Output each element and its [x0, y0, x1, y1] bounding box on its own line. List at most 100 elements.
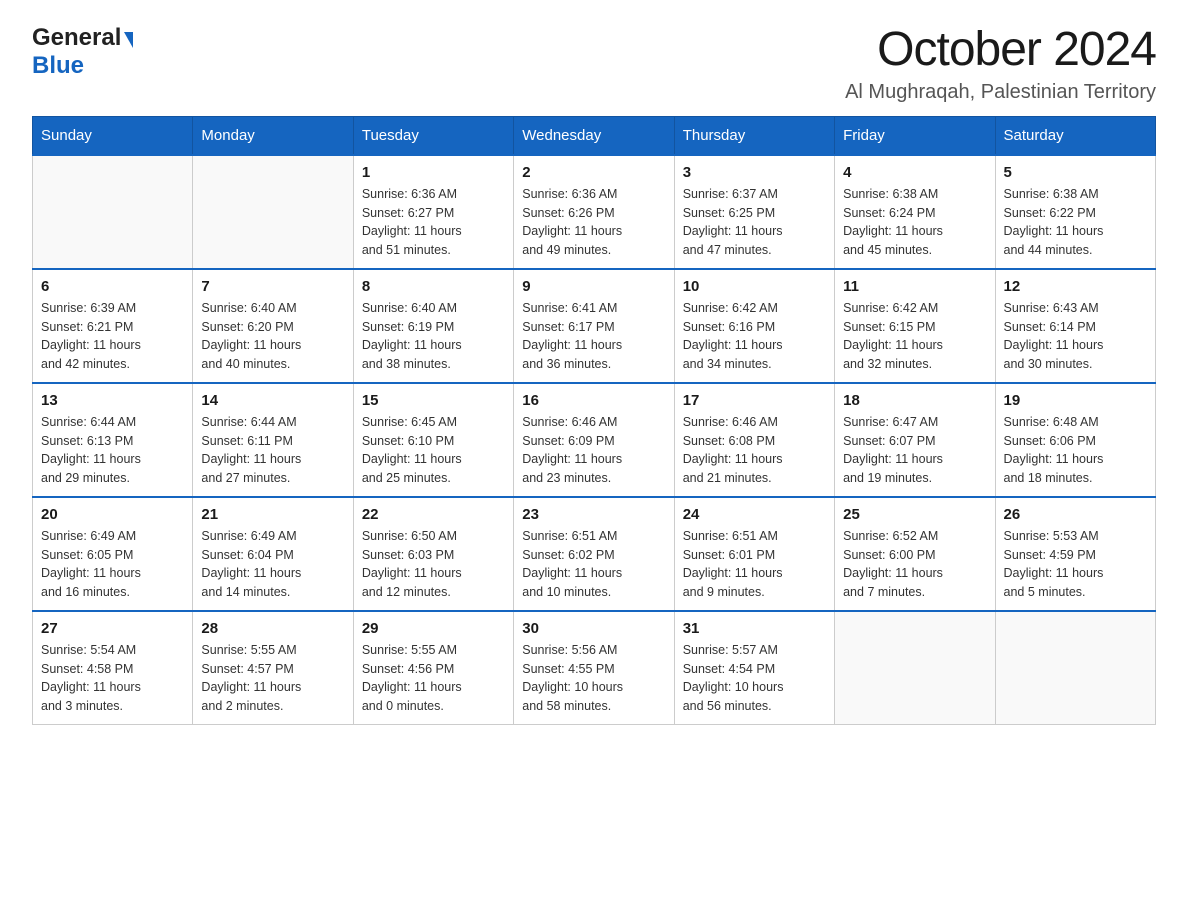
day-number: 28 — [201, 620, 344, 637]
day-info: Sunrise: 6:52 AM Sunset: 6:00 PM Dayligh… — [843, 527, 986, 602]
day-info: Sunrise: 6:43 AM Sunset: 6:14 PM Dayligh… — [1004, 299, 1147, 374]
calendar-cell: 20 Sunrise: 6:49 AM Sunset: 6:05 PM Dayli… — [33, 497, 193, 611]
day-info: Sunrise: 6:45 AM Sunset: 6:10 PM Dayligh… — [362, 413, 505, 488]
calendar-cell — [995, 611, 1155, 725]
day-number: 20 — [41, 506, 184, 523]
calendar-cell: 5Sunrise: 6:38 AM Sunset: 6:22 PM Daylig… — [995, 155, 1155, 269]
day-number: 29 — [362, 620, 505, 637]
day-number: 5 — [1004, 164, 1147, 181]
calendar-week-5: 27 Sunrise: 5:54 AM Sunset: 4:58 PM Dayli… — [33, 611, 1156, 725]
calendar-cell: 13 Sunrise: 6:44 AM Sunset: 6:13 PM Dayli… — [33, 383, 193, 497]
day-info: Sunrise: 6:50 AM Sunset: 6:03 PM Dayligh… — [362, 527, 505, 602]
column-header-tuesday: Tuesday — [353, 116, 513, 155]
calendar-header: SundayMondayTuesdayWednesdayThursdayFrid… — [33, 116, 1156, 155]
day-number: 16 — [522, 392, 665, 409]
day-info: Sunrise: 6:46 AM Sunset: 6:09 PM Dayligh… — [522, 413, 665, 488]
calendar-cell: 2 Sunrise: 6:36 AM Sunset: 6:26 PM Daylig… — [514, 155, 674, 269]
day-info: Sunrise: 6:44 AM Sunset: 6:13 PM Dayligh… — [41, 413, 184, 488]
day-number: 25 — [843, 506, 986, 523]
calendar-cell: 8 Sunrise: 6:40 AM Sunset: 6:19 PM Daylig… — [353, 269, 513, 383]
calendar-cell: 27 Sunrise: 5:54 AM Sunset: 4:58 PM Dayli… — [33, 611, 193, 725]
calendar-cell: 22 Sunrise: 6:50 AM Sunset: 6:03 PM Dayli… — [353, 497, 513, 611]
location-subtitle: Al Mughraqah, Palestinian Territory — [845, 81, 1156, 104]
day-number: 3 — [683, 164, 826, 181]
calendar-cell: 12 Sunrise: 6:43 AM Sunset: 6:14 PM Dayli… — [995, 269, 1155, 383]
day-info: Sunrise: 6:48 AM Sunset: 6:06 PM Dayligh… — [1004, 413, 1147, 488]
logo-general-text: General — [32, 24, 121, 52]
day-info: Sunrise: 6:51 AM Sunset: 6:01 PM Dayligh… — [683, 527, 826, 602]
day-number: 31 — [683, 620, 826, 637]
day-number: 12 — [1004, 278, 1147, 295]
day-number: 4 — [843, 164, 986, 181]
day-number: 10 — [683, 278, 826, 295]
calendar-cell: 10 Sunrise: 6:42 AM Sunset: 6:16 PM Dayli… — [674, 269, 834, 383]
day-number: 1 — [362, 164, 505, 181]
day-info: Sunrise: 6:49 AM Sunset: 6:04 PM Dayligh… — [201, 527, 344, 602]
day-info: Sunrise: 5:54 AM Sunset: 4:58 PM Dayligh… — [41, 641, 184, 716]
day-number: 27 — [41, 620, 184, 637]
day-info: Sunrise: 6:49 AM Sunset: 6:05 PM Dayligh… — [41, 527, 184, 602]
day-number: 24 — [683, 506, 826, 523]
day-info: Sunrise: 5:55 AM Sunset: 4:57 PM Dayligh… — [201, 641, 344, 716]
column-header-friday: Friday — [835, 116, 995, 155]
calendar-cell: 25 Sunrise: 6:52 AM Sunset: 6:00 PM Dayli… — [835, 497, 995, 611]
day-info: Sunrise: 5:55 AM Sunset: 4:56 PM Dayligh… — [362, 641, 505, 716]
day-number: 30 — [522, 620, 665, 637]
calendar-cell: 28 Sunrise: 5:55 AM Sunset: 4:57 PM Dayli… — [193, 611, 353, 725]
calendar-cell: 29 Sunrise: 5:55 AM Sunset: 4:56 PM Dayli… — [353, 611, 513, 725]
day-number: 19 — [1004, 392, 1147, 409]
calendar-cell: 16 Sunrise: 6:46 AM Sunset: 6:09 PM Dayli… — [514, 383, 674, 497]
day-info: Sunrise: 6:47 AM Sunset: 6:07 PM Dayligh… — [843, 413, 986, 488]
column-header-saturday: Saturday — [995, 116, 1155, 155]
column-header-monday: Monday — [193, 116, 353, 155]
day-number: 7 — [201, 278, 344, 295]
day-info: Sunrise: 6:40 AM Sunset: 6:19 PM Dayligh… — [362, 299, 505, 374]
day-info: Sunrise: 6:36 AM Sunset: 6:26 PM Dayligh… — [522, 185, 665, 260]
calendar-cell: 17Sunrise: 6:46 AM Sunset: 6:08 PM Dayli… — [674, 383, 834, 497]
calendar-week-2: 6Sunrise: 6:39 AM Sunset: 6:21 PM Daylig… — [33, 269, 1156, 383]
calendar-cell — [33, 155, 193, 269]
calendar-week-4: 20 Sunrise: 6:49 AM Sunset: 6:05 PM Dayli… — [33, 497, 1156, 611]
calendar-cell: 11 Sunrise: 6:42 AM Sunset: 6:15 PM Dayli… — [835, 269, 995, 383]
day-number: 2 — [522, 164, 665, 181]
day-info: Sunrise: 6:42 AM Sunset: 6:15 PM Dayligh… — [843, 299, 986, 374]
day-number: 9 — [522, 278, 665, 295]
day-info: Sunrise: 6:42 AM Sunset: 6:16 PM Dayligh… — [683, 299, 826, 374]
logo: General Blue — [32, 24, 133, 80]
calendar-body: 1 Sunrise: 6:36 AM Sunset: 6:27 PM Daylig… — [33, 155, 1156, 725]
day-number: 6 — [41, 278, 184, 295]
calendar-cell: 6Sunrise: 6:39 AM Sunset: 6:21 PM Daylig… — [33, 269, 193, 383]
day-number: 8 — [362, 278, 505, 295]
day-number: 22 — [362, 506, 505, 523]
calendar-cell: 3 Sunrise: 6:37 AM Sunset: 6:25 PM Daylig… — [674, 155, 834, 269]
column-header-thursday: Thursday — [674, 116, 834, 155]
calendar-week-1: 1 Sunrise: 6:36 AM Sunset: 6:27 PM Daylig… — [33, 155, 1156, 269]
day-number: 18 — [843, 392, 986, 409]
day-info: Sunrise: 6:41 AM Sunset: 6:17 PM Dayligh… — [522, 299, 665, 374]
day-info: Sunrise: 6:44 AM Sunset: 6:11 PM Dayligh… — [201, 413, 344, 488]
calendar-cell: 7 Sunrise: 6:40 AM Sunset: 6:20 PM Daylig… — [193, 269, 353, 383]
day-info: Sunrise: 6:38 AM Sunset: 6:24 PM Dayligh… — [843, 185, 986, 260]
calendar-cell: 24 Sunrise: 6:51 AM Sunset: 6:01 PM Dayli… — [674, 497, 834, 611]
page-title: October 2024 — [845, 24, 1156, 77]
calendar-cell: 21Sunrise: 6:49 AM Sunset: 6:04 PM Dayli… — [193, 497, 353, 611]
calendar-cell: 31Sunrise: 5:57 AM Sunset: 4:54 PM Dayli… — [674, 611, 834, 725]
day-info: Sunrise: 6:37 AM Sunset: 6:25 PM Dayligh… — [683, 185, 826, 260]
page-header: General Blue October 2024 Al Mughraqah, … — [32, 24, 1156, 104]
day-number: 26 — [1004, 506, 1147, 523]
day-info: Sunrise: 6:51 AM Sunset: 6:02 PM Dayligh… — [522, 527, 665, 602]
day-number: 11 — [843, 278, 986, 295]
day-number: 13 — [41, 392, 184, 409]
day-info: Sunrise: 6:40 AM Sunset: 6:20 PM Dayligh… — [201, 299, 344, 374]
calendar-week-3: 13 Sunrise: 6:44 AM Sunset: 6:13 PM Dayli… — [33, 383, 1156, 497]
calendar-cell: 9 Sunrise: 6:41 AM Sunset: 6:17 PM Daylig… — [514, 269, 674, 383]
calendar-cell — [835, 611, 995, 725]
calendar-cell: 14 Sunrise: 6:44 AM Sunset: 6:11 PM Dayli… — [193, 383, 353, 497]
calendar-cell: 30Sunrise: 5:56 AM Sunset: 4:55 PM Dayli… — [514, 611, 674, 725]
day-number: 14 — [201, 392, 344, 409]
calendar-cell: 1 Sunrise: 6:36 AM Sunset: 6:27 PM Daylig… — [353, 155, 513, 269]
calendar-cell: 4 Sunrise: 6:38 AM Sunset: 6:24 PM Daylig… — [835, 155, 995, 269]
day-info: Sunrise: 6:36 AM Sunset: 6:27 PM Dayligh… — [362, 185, 505, 260]
day-info: Sunrise: 6:46 AM Sunset: 6:08 PM Dayligh… — [683, 413, 826, 488]
logo-blue-text: Blue — [32, 52, 84, 79]
